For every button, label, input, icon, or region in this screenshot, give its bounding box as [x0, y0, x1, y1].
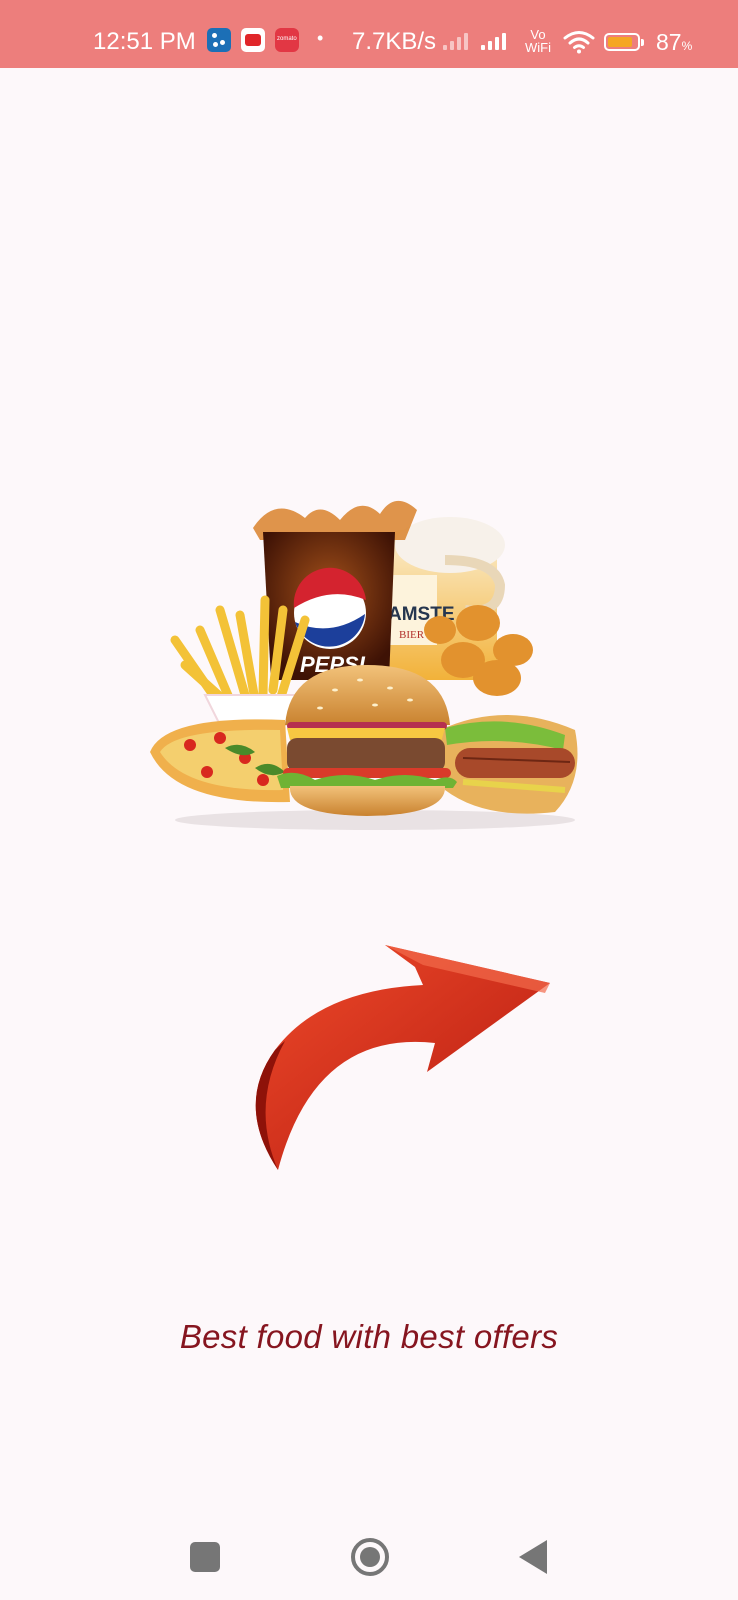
- sim1-signal-icon: [443, 32, 468, 50]
- battery-percent-value: 87: [656, 29, 682, 55]
- recent-apps-button[interactable]: [190, 1542, 220, 1572]
- battery-percent-unit: %: [681, 39, 693, 53]
- back-button[interactable]: [519, 1540, 547, 1574]
- can-sub-text: BIER: [399, 629, 425, 641]
- home-button[interactable]: [351, 1538, 389, 1576]
- zomato-icon: zomato: [275, 28, 299, 52]
- food-combo-image: AMSTE BIER PEPSI: [150, 500, 578, 830]
- battery-fill: [608, 37, 633, 47]
- hot-dog: [440, 715, 578, 814]
- status-time: 12:51 PM: [93, 28, 196, 55]
- battery-percent: 87%: [656, 29, 692, 56]
- vowifi-icon: Vo WiFi: [525, 28, 551, 54]
- tagline-text: Best food with best offers: [179, 1318, 559, 1355]
- burger: [277, 665, 457, 816]
- battery-icon: [604, 33, 644, 51]
- vowifi-bottom-text: WiFi: [525, 40, 551, 55]
- zomato-logo-text: zomato: [277, 36, 297, 42]
- wifi-icon: [563, 31, 595, 54]
- dominos-icon: [207, 28, 231, 52]
- status-dot: •: [317, 28, 324, 48]
- curved-arrow-icon: [255, 945, 550, 1170]
- youtube-icon: [241, 28, 265, 52]
- network-speed: 7.7KB/s: [352, 28, 437, 55]
- pizza-slice: [150, 719, 290, 803]
- status-bar: 12:51 PM zomato • 7.7KB/s Vo WiFi 87%: [0, 0, 738, 68]
- sim2-signal-icon: [481, 32, 506, 50]
